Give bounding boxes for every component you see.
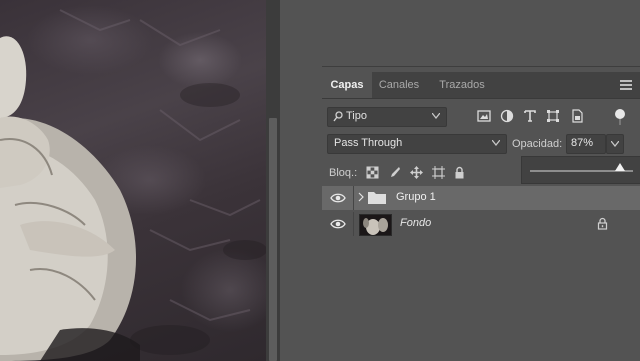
statue-photo [0,9,266,361]
layer-filter-select[interactable]: Tipo [327,107,447,127]
filter-type-label: Tipo [346,110,367,122]
chevron-down-icon [492,140,500,146]
layer-name[interactable]: Grupo 1 [396,191,436,203]
opacity-dropdown-button[interactable] [606,134,624,154]
opacity-label: Opacidad: [512,138,563,150]
type-filter-icon[interactable] [523,109,537,123]
opacity-input[interactable]: 87% [566,134,606,154]
filter-toggle-switch[interactable] [615,109,625,119]
folder-icon [368,192,386,204]
lock-label: Bloq.: [329,167,358,179]
smart-object-filter-icon[interactable] [570,109,584,123]
document-canvas[interactable] [0,0,266,361]
thumbnail-image [360,215,391,235]
layers-panel: Capas Canales Trazados Tipo Pass Through… [322,72,640,361]
chevron-down-icon [611,141,619,147]
lock-transparent-icon[interactable] [366,166,379,179]
tab-canales[interactable]: Canales [374,72,424,98]
visibility-eye-icon[interactable] [330,192,346,204]
lock-image-icon[interactable] [388,166,401,179]
scrollbar-thumb[interactable] [269,118,277,361]
workspace-gap [280,0,320,361]
search-icon [333,111,343,122]
tab-capas[interactable]: Capas [322,72,372,98]
panel-menu-icon[interactable] [620,80,632,90]
lock-position-icon[interactable] [410,166,423,179]
tab-trazados[interactable]: Trazados [432,72,492,98]
canvas-vertical-scrollbar[interactable] [266,0,280,361]
lock-artboard-icon[interactable] [432,166,445,179]
upper-panel-area [322,0,640,67]
layer-thumbnail [359,214,392,236]
layer-divider [353,186,354,210]
lock-all-icon[interactable] [453,166,466,179]
layer-divider [353,212,354,236]
shape-filter-icon[interactable] [546,109,560,123]
image-filter-icon[interactable] [477,109,491,123]
adjustment-filter-icon[interactable] [500,109,514,123]
chevron-down-icon [432,113,440,119]
layer-row-fondo[interactable]: Fondo [322,212,640,236]
blend-mode-select[interactable]: Pass Through [327,134,507,154]
opacity-value: 87% [571,137,594,149]
layer-row-grupo-1[interactable]: Grupo 1 [322,186,640,210]
layer-lock-icon [597,217,608,230]
filter-toggle-stem [619,119,621,125]
visibility-eye-icon[interactable] [330,218,346,230]
panel-tab-bar: Capas Canales Trazados [322,72,640,99]
opacity-slider-popup [521,156,640,184]
opacity-slider-thumb[interactable] [614,163,625,171]
chevron-right-icon[interactable] [358,192,364,202]
blend-mode-value: Pass Through [334,137,403,149]
layer-name[interactable]: Fondo [400,217,431,229]
